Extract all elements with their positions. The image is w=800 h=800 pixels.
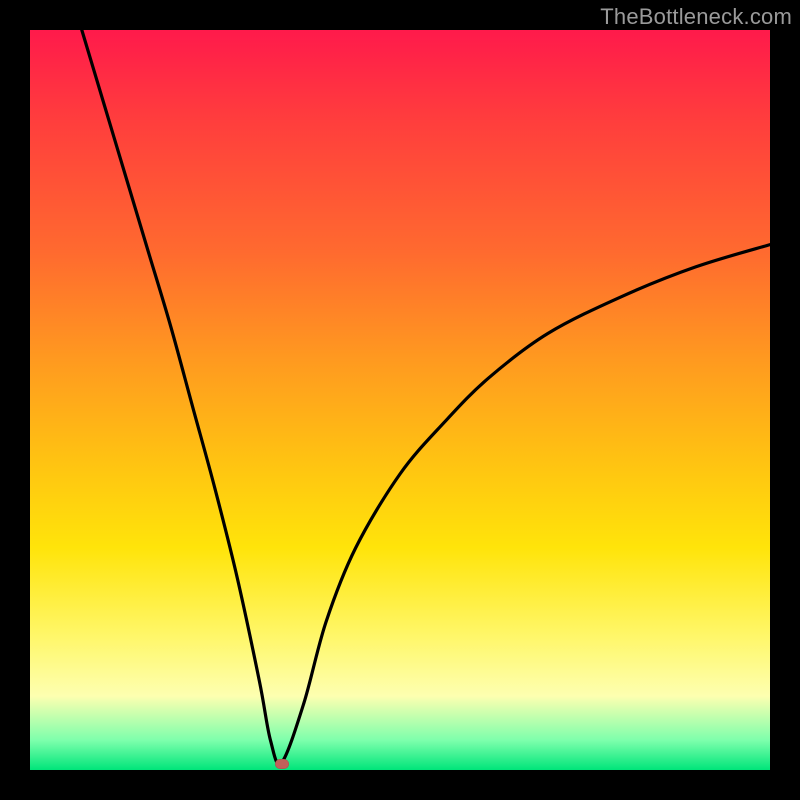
watermark-text: TheBottleneck.com [600, 4, 792, 30]
bottleneck-curve [30, 30, 770, 770]
curve-path [82, 30, 770, 764]
optimal-marker [275, 759, 289, 769]
chart-stage: TheBottleneck.com [0, 0, 800, 800]
plot-area [30, 30, 770, 770]
